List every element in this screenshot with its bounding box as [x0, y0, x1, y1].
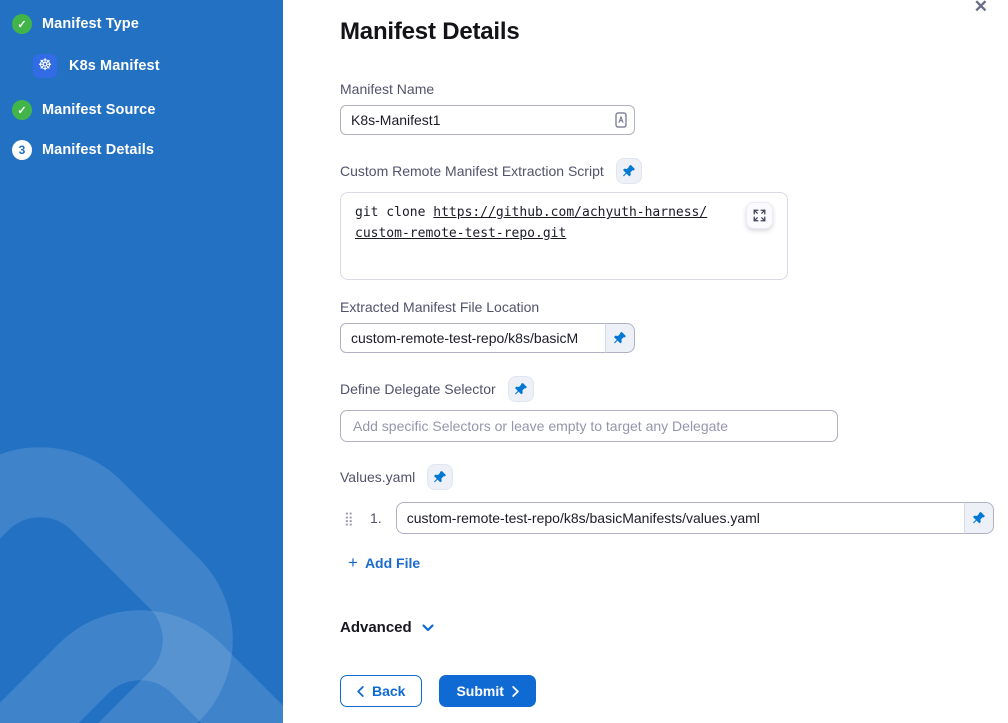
step-label: Manifest Details	[42, 142, 154, 158]
step-label: Manifest Type	[42, 16, 139, 32]
delegate-selector-label: Define Delegate Selector	[340, 381, 496, 397]
expand-editor-button[interactable]	[746, 202, 773, 229]
close-icon[interactable]: ✕	[972, 0, 990, 17]
script-repo-url: custom-remote-test-repo.git	[355, 226, 566, 241]
add-file-button[interactable]: + Add File	[348, 554, 420, 571]
extraction-script-section: Custom Remote Manifest Extraction Script…	[340, 158, 1008, 280]
values-file-path-input[interactable]	[396, 502, 964, 534]
step-manifest-type[interactable]: ✓ Manifest Type	[12, 14, 283, 34]
script-command-text: git clone	[355, 205, 433, 220]
wizard-footer: Back Submit	[340, 675, 536, 707]
values-file-row: ⣿ 1.	[344, 502, 1008, 534]
manifest-name-input[interactable]	[340, 105, 635, 135]
extraction-script-editor[interactable]: git clone https://github.com/achyuth-har…	[340, 192, 788, 280]
fixed-value-pin-button[interactable]	[508, 376, 534, 402]
plus-icon: +	[348, 554, 358, 571]
pin-icon	[972, 511, 986, 525]
pin-icon	[622, 164, 636, 178]
step-number-badge: 3	[12, 140, 32, 160]
pin-icon	[613, 331, 627, 345]
extracted-location-input[interactable]	[340, 323, 605, 353]
values-yaml-label: Values.yaml	[340, 469, 415, 485]
advanced-toggle[interactable]: Advanced	[340, 619, 435, 636]
fixed-value-pin-button[interactable]	[616, 158, 642, 184]
advanced-label: Advanced	[340, 619, 412, 636]
pin-icon	[433, 470, 447, 484]
pin-icon	[514, 382, 528, 396]
manifest-name-label: Manifest Name	[340, 81, 1008, 97]
step-manifest-details[interactable]: 3 Manifest Details	[12, 140, 283, 160]
extraction-script-label: Custom Remote Manifest Extraction Script	[340, 163, 604, 179]
name-id-edit-icon[interactable]	[615, 112, 627, 128]
step-complete-check-icon: ✓	[12, 14, 32, 34]
page-title: Manifest Details	[340, 18, 1008, 46]
chevron-down-icon	[421, 622, 435, 634]
extracted-location-label: Extracted Manifest File Location	[340, 299, 1008, 315]
wizard-sidebar: ✓ Manifest Type ☸ K8s Manifest ✓ Manifes…	[0, 0, 283, 723]
step-manifest-source[interactable]: ✓ Manifest Source	[12, 100, 283, 120]
wizard-steps: ✓ Manifest Type ☸ K8s Manifest ✓ Manifes…	[0, 0, 283, 160]
extracted-location-section: Extracted Manifest File Location	[340, 299, 1008, 353]
back-button[interactable]: Back	[340, 675, 422, 707]
row-index: 1.	[370, 510, 382, 526]
submit-label: Submit	[456, 683, 503, 699]
script-repo-url: https://github.com/achyuth-harness/	[433, 205, 707, 220]
chevron-right-icon	[512, 686, 519, 697]
back-label: Back	[372, 683, 405, 699]
add-file-label: Add File	[365, 555, 420, 571]
manifest-name-section: Manifest Name	[340, 81, 1008, 135]
submit-button[interactable]: Submit	[439, 675, 535, 707]
substep-k8s-manifest[interactable]: ☸ K8s Manifest	[33, 54, 283, 78]
expand-icon	[753, 209, 766, 222]
step-complete-check-icon: ✓	[12, 100, 32, 120]
fixed-value-pin-button[interactable]	[964, 502, 994, 534]
delegate-selector-section: Define Delegate Selector	[340, 376, 1008, 442]
values-yaml-section: Values.yaml ⣿ 1. + Add File	[340, 464, 1008, 573]
manifest-details-panel: ✕ Manifest Details Manifest Name Custom …	[283, 0, 1008, 723]
delegate-selector-input[interactable]	[340, 410, 838, 442]
step-label: Manifest Source	[42, 102, 156, 118]
kubernetes-icon: ☸	[33, 54, 57, 78]
substep-label: K8s Manifest	[69, 58, 160, 74]
chevron-left-icon	[357, 686, 364, 697]
fixed-value-pin-button[interactable]	[605, 323, 635, 353]
drag-handle-icon[interactable]: ⣿	[344, 512, 360, 525]
fixed-value-pin-button[interactable]	[427, 464, 453, 490]
